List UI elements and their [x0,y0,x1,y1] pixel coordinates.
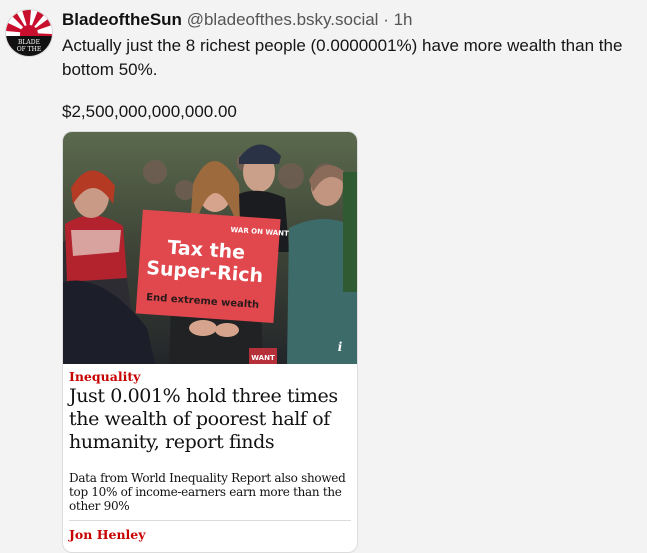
rising-sun-icon: BLADE OF THE [6,10,52,56]
post-time[interactable]: 1h [394,10,413,29]
post-amount: $2,500,000,000,000.00 [62,102,237,121]
link-card[interactable]: WAR ON WANT Tax the Super-Rich End extre… [62,131,358,553]
article-headline: Just 0.001% hold three times the wealth … [69,385,338,453]
article-byline: Jon Henley [69,527,146,542]
avatar[interactable]: BLADE OF THE [5,9,53,57]
handle[interactable]: @bladeofthes.bsky.social [187,10,379,29]
avatar-line2: OF THE [17,46,42,53]
post-text: Actually just the 8 richest people (0.00… [62,36,623,79]
post-header: BladeoftheSun @bladeofthes.bsky.social ·… [62,10,413,30]
avatar-line1: BLADE [18,39,40,46]
article-standfirst: Data from World Inequality Report also s… [69,471,346,513]
bottom-badge: WANT [251,354,275,362]
info-icon[interactable]: i [333,340,347,354]
display-name[interactable]: BladeoftheSun [62,10,182,29]
divider [69,520,351,521]
article-photo: WAR ON WANT Tax the Super-Rich End extre… [63,132,357,364]
section-label: Inequality [69,369,141,384]
separator: · [383,10,389,29]
